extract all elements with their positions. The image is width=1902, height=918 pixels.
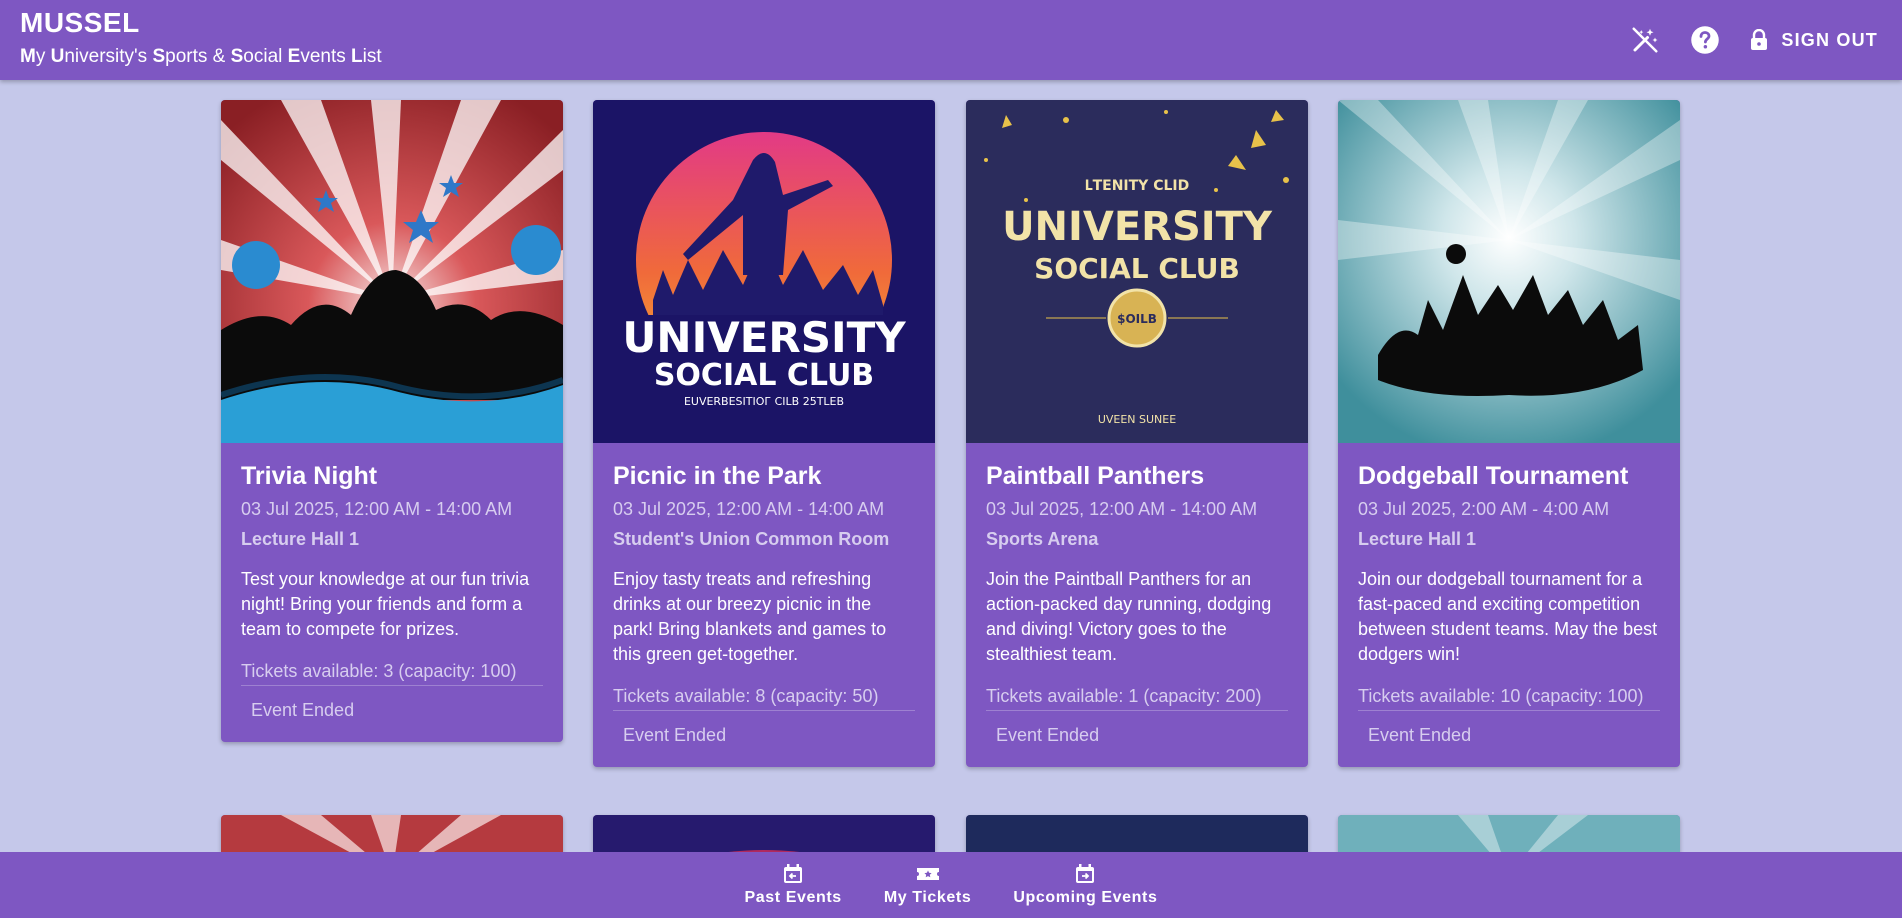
theme-toggle-button[interactable] — [1627, 22, 1663, 58]
ticket-icon — [916, 868, 939, 880]
event-card[interactable]: UNIVERSITY SOCIAL CLUB EUVERBESITIOГ CIL… — [593, 100, 935, 767]
event-image-dodgeball — [1338, 100, 1680, 443]
nav-label: Past Events — [744, 889, 842, 906]
nav-past-events[interactable]: Past Events — [745, 863, 842, 907]
event-venue: Lecture Hall 1 — [1358, 529, 1477, 549]
event-card[interactable]: Trivia Night 03 Jul 2025, 12:00 AM - 14:… — [221, 100, 563, 742]
svg-text:UNIVERSITY: UNIVERSITY — [1002, 204, 1273, 250]
event-date: 03 Jul 2025, 12:00 AM - 14:00 AM — [613, 499, 885, 519]
event-venue: Student's Union Common Room — [613, 529, 890, 549]
event-description: Join the Paintball Panthers for an actio… — [986, 569, 1272, 664]
app-title: MUSSEL — [20, 7, 140, 38]
card-body: Trivia Night 03 Jul 2025, 12:00 AM - 14:… — [221, 443, 563, 686]
card-body: Picnic in the Park 03 Jul 2025, 12:00 AM… — [593, 443, 935, 711]
event-tickets: Tickets available: 3 (capacity: 100) — [241, 659, 543, 686]
event-venue: Sports Arena — [986, 529, 1099, 549]
lock-icon — [1751, 29, 1768, 50]
event-tickets: Tickets available: 1 (capacity: 200) — [986, 684, 1288, 711]
calendar-arrow-left-icon — [784, 864, 803, 883]
event-title: Trivia Night — [241, 462, 378, 490]
event-card[interactable]: ԼTENITY CLID UNIVERSITY SOCIAL CLUB $OIL… — [966, 100, 1308, 767]
nav-label: My Tickets — [883, 889, 972, 906]
event-title: Paintball Panthers — [986, 462, 1205, 490]
event-date: 03 Jul 2025, 12:00 AM - 14:00 AM — [241, 499, 513, 519]
card-body: Dodgeball Tournament 03 Jul 2025, 2:00 A… — [1338, 443, 1680, 711]
event-ended-button[interactable]: Event Ended — [221, 686, 563, 742]
brand: MUSSEL My University's Sports & Social E… — [20, 6, 382, 70]
svg-text:UVEEN SUNEE: UVEEN SUNEE — [1098, 413, 1176, 426]
event-title: Picnic in the Park — [613, 462, 822, 490]
magic-wand-off-icon — [1632, 27, 1658, 53]
event-tickets: Tickets available: 10 (capacity: 100) — [1358, 684, 1660, 711]
event-ended-button[interactable]: Event Ended — [1338, 711, 1680, 767]
event-card[interactable]: Dodgeball Tournament 03 Jul 2025, 2:00 A… — [1338, 100, 1680, 767]
svg-text:SOCIAL CLUB: SOCIAL CLUB — [1034, 252, 1240, 285]
event-image-trivia — [221, 100, 563, 443]
svg-text:$OILB: $OILB — [1117, 312, 1157, 326]
card-body: Paintball Panthers 03 Jul 2025, 12:00 AM… — [966, 443, 1308, 711]
bottom-navigation: Past Events My Tickets Upcoming Events — [0, 852, 1902, 918]
svg-text:ԼTENITY CLID: ԼTENITY CLID — [1085, 178, 1189, 194]
sign-out-label: SIGN OUT — [1781, 29, 1878, 50]
header-actions: SIGN OUT — [1603, 22, 1878, 58]
svg-text:UNIVERSITY: UNIVERSITY — [622, 313, 906, 362]
nav-my-tickets[interactable]: My Tickets — [884, 863, 972, 907]
nav-label: Upcoming Events — [1013, 889, 1158, 906]
event-ended-button[interactable]: Event Ended — [593, 711, 935, 767]
event-image-picnic: UNIVERSITY SOCIAL CLUB EUVERBESITIOГ CIL… — [593, 100, 935, 443]
event-image-paintball: ԼTENITY CLID UNIVERSITY SOCIAL CLUB $OIL… — [966, 100, 1308, 443]
event-ended-button[interactable]: Event Ended — [966, 711, 1308, 767]
event-date: 03 Jul 2025, 2:00 AM - 4:00 AM — [1358, 499, 1610, 519]
svg-text:EUVERBESITIOГ CILB 25TLEB: EUVERBESITIOГ CILB 25TLEB — [684, 395, 844, 408]
calendar-arrow-right-icon — [1076, 864, 1095, 883]
event-description: Enjoy tasty treats and refreshing drinks… — [613, 569, 887, 664]
help-circle-icon — [1691, 26, 1720, 54]
nav-upcoming-events[interactable]: Upcoming Events — [1013, 863, 1157, 907]
sign-out-button[interactable]: SIGN OUT — [1749, 29, 1878, 51]
event-tickets: Tickets available: 8 (capacity: 50) — [613, 684, 915, 711]
event-title: Dodgeball Tournament — [1358, 462, 1629, 490]
event-date: 03 Jul 2025, 12:00 AM - 14:00 AM — [986, 499, 1258, 519]
event-venue: Lecture Hall 1 — [241, 529, 360, 549]
app-subtitle: My University's Sports & Social Events L… — [20, 46, 382, 67]
event-description: Test your knowledge at our fun trivia ni… — [241, 569, 530, 639]
help-button[interactable] — [1687, 22, 1723, 58]
event-description: Join our dodgeball tournament for a fast… — [1358, 569, 1658, 664]
app-bar: MUSSEL My University's Sports & Social E… — [0, 0, 1902, 80]
svg-text:SOCIAL CLUB: SOCIAL CLUB — [654, 358, 874, 393]
